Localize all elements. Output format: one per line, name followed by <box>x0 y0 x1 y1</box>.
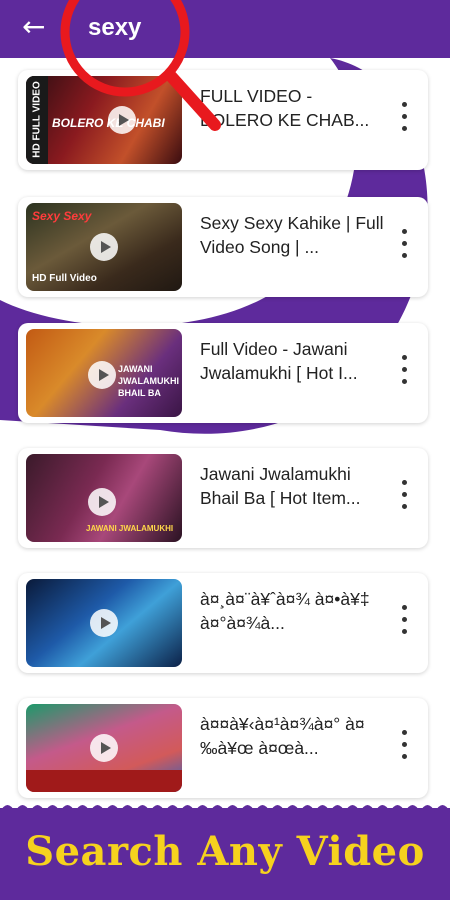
video-thumbnail[interactable] <box>26 579 182 667</box>
back-arrow-icon[interactable]: ← <box>22 12 54 44</box>
video-result-card[interactable]: JAWANI JWALAMUKHI BHAIL BA Full Video - … <box>18 323 428 423</box>
video-title[interactable]: Sexy Sexy Kahike | Full Video Song | ... <box>200 211 386 259</box>
play-icon <box>90 734 118 762</box>
play-icon <box>90 233 118 261</box>
top-app-bar: ← sexy <box>0 0 450 58</box>
video-result-card[interactable]: à¤¸à¤¨à¥ˆà¤¾ à¤•à¥‡ à¤°à¤¾à... <box>18 573 428 673</box>
more-options-icon[interactable] <box>392 474 416 518</box>
more-options-icon[interactable] <box>392 349 416 393</box>
video-result-card[interactable]: JAWANI JWALAMUKHI Jawani Jwalamukhi Bhai… <box>18 448 428 548</box>
more-options-icon[interactable] <box>392 223 416 267</box>
banner-headline: Search Any Video <box>25 828 425 875</box>
video-result-card[interactable]: à¤¤à¥‹à¤¹à¤¾à¤° à¤‰à¥œ à¤œà... <box>18 698 428 798</box>
promo-banner: Search Any Video <box>0 805 450 900</box>
video-thumbnail[interactable]: JAWANI JWALAMUKHI BHAIL BA <box>26 329 182 417</box>
thumbnail-caption: Sexy Sexy <box>32 209 92 223</box>
video-result-card[interactable]: Sexy Sexy HD Full Video Sexy Sexy Kahike… <box>18 197 428 297</box>
video-thumbnail[interactable]: HD FULL VIDEO BOLERO KE CHABI <box>26 76 182 164</box>
video-result-card[interactable]: HD FULL VIDEO BOLERO KE CHABI FULL VIDEO… <box>18 70 428 170</box>
video-title[interactable]: à¤¤à¥‹à¤¹à¤¾à¤° à¤‰à¥œ à¤œà... <box>200 712 386 760</box>
banner-scallop-edge <box>0 805 450 812</box>
thumbnail-caption: JAWANI JWALAMUKHI BHAIL BA <box>118 364 179 398</box>
more-options-icon[interactable] <box>392 96 416 140</box>
video-title[interactable]: à¤¸à¤¨à¥ˆà¤¾ à¤•à¥‡ à¤°à¤¾à... <box>200 587 386 635</box>
play-icon <box>108 106 136 134</box>
video-title[interactable]: FULL VIDEO - BOLERO KE CHAB... <box>200 84 386 132</box>
more-options-icon[interactable] <box>392 724 416 768</box>
play-icon <box>88 488 116 516</box>
search-query-text[interactable]: sexy <box>88 14 141 42</box>
thumbnail-side-text: HD FULL VIDEO <box>31 81 43 158</box>
play-icon <box>88 361 116 389</box>
thumbnail-side-text: HD Full Video <box>32 273 97 284</box>
video-title[interactable]: Jawani Jwalamukhi Bhail Ba [ Hot Item... <box>200 462 386 510</box>
video-thumbnail[interactable] <box>26 704 182 792</box>
play-icon <box>90 609 118 637</box>
video-thumbnail[interactable]: Sexy Sexy HD Full Video <box>26 203 182 291</box>
thumbnail-caption: JAWANI JWALAMUKHI <box>86 524 174 533</box>
video-title[interactable]: Full Video - Jawani Jwalamukhi [ Hot I..… <box>200 337 386 385</box>
video-thumbnail[interactable]: JAWANI JWALAMUKHI <box>26 454 182 542</box>
more-options-icon[interactable] <box>392 599 416 643</box>
